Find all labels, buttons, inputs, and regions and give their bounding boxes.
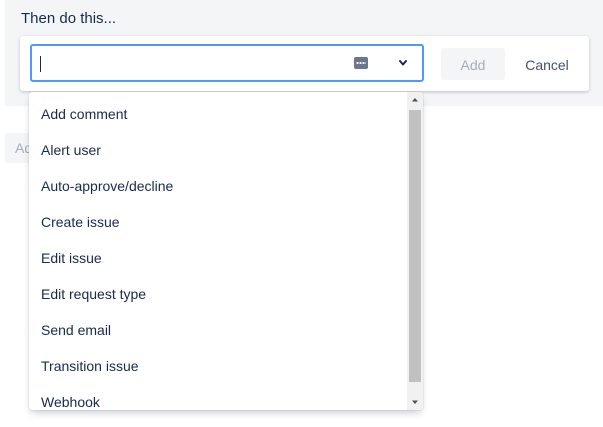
section-title: Then do this... <box>21 10 117 27</box>
option-transition-issue[interactable]: Transition issue <box>29 348 407 384</box>
option-list: Add comment Alert user Auto-approve/decl… <box>29 96 407 410</box>
option-auto-approve-decline[interactable]: Auto-approve/decline <box>29 168 407 204</box>
scroll-up-arrow-icon[interactable] <box>407 92 423 108</box>
add-button[interactable]: Add <box>441 48 505 80</box>
option-create-issue[interactable]: Create issue <box>29 204 407 240</box>
cancel-button[interactable]: Cancel <box>516 48 578 80</box>
option-webhook[interactable]: Webhook <box>29 384 407 410</box>
scroll-down-arrow-icon[interactable] <box>407 394 423 410</box>
action-picker-card: Add Cancel <box>20 36 589 91</box>
dots-icon <box>354 57 368 69</box>
option-send-email[interactable]: Send email <box>29 312 407 348</box>
action-dropdown-menu: Add comment Alert user Auto-approve/decl… <box>29 92 423 410</box>
dropdown-scrollbar[interactable] <box>407 92 423 410</box>
option-alert-user[interactable]: Alert user <box>29 132 407 168</box>
option-edit-request-type[interactable]: Edit request type <box>29 276 407 312</box>
text-cursor <box>40 56 41 72</box>
option-add-comment[interactable]: Add comment <box>29 96 407 132</box>
scrollbar-thumb[interactable] <box>409 110 421 382</box>
action-select[interactable] <box>30 44 424 82</box>
option-edit-issue[interactable]: Edit issue <box>29 240 407 276</box>
chevron-down-icon[interactable] <box>396 57 410 69</box>
